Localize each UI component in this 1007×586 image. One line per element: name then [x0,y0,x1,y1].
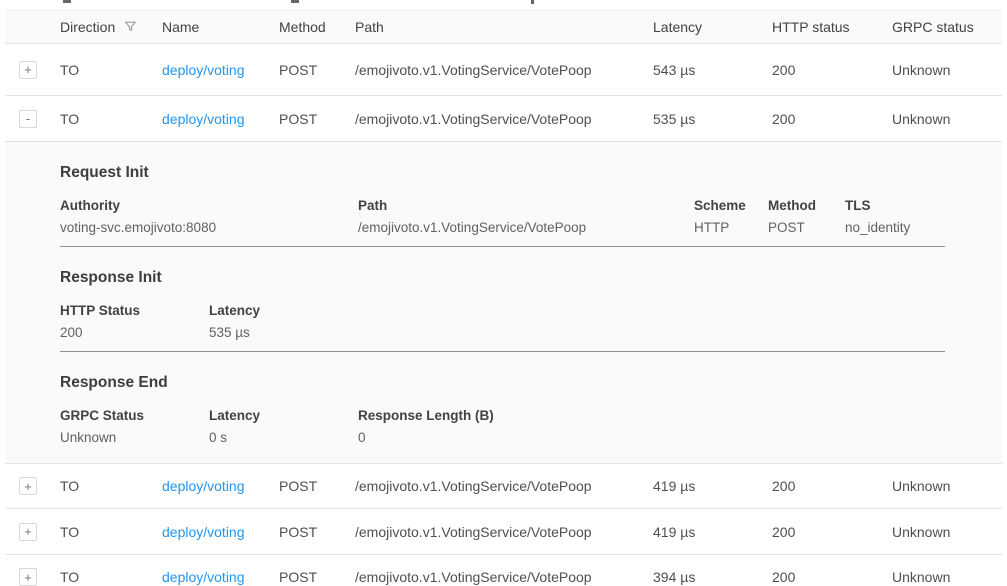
direction-cell: TO [60,111,162,127]
tap-table: Direction Name Method Path Latency HTTP … [5,10,1002,586]
response-init-section: Response Init HTTP Status 200 Latency 535 … [60,269,1002,352]
path-cell: /emojivoto.v1.VotingService/VotePoop [355,111,653,127]
field-label: TLS [845,198,1002,213]
field-label: Authority [60,198,358,213]
field-value: /emojivoto.v1.VotingService/VotePoop [358,220,694,235]
field-label: Method [768,198,845,213]
column-header-latency: Latency [653,19,772,35]
http-status-cell: 200 [772,569,892,585]
name-link[interactable]: deploy/voting [162,111,245,127]
request-init-section: Request Init Authority voting-svc.emojivo… [60,164,1002,247]
direction-cell: TO [60,478,162,494]
table-row: + TO deploy/voting POST /emojivoto.v1.Vo… [5,509,1002,555]
top-crop-strip [0,0,1007,10]
section-title-request-init: Request Init [60,164,1002,182]
path-cell: /emojivoto.v1.VotingService/VotePoop [355,478,653,494]
grpc-status-cell: Unknown [892,111,1002,127]
direction-cell: TO [60,524,162,540]
name-link[interactable]: deploy/voting [162,62,245,78]
latency-cell: 394 µs [653,569,772,585]
http-status-cell: 200 [772,111,892,127]
latency-cell: 535 µs [653,111,772,127]
http-status-cell: 200 [772,478,892,494]
field-value: 200 [60,325,209,340]
name-link[interactable]: deploy/voting [162,569,245,585]
latency-cell: 419 µs [653,524,772,540]
column-header-direction: Direction [60,19,115,35]
http-status-cell: 200 [772,62,892,78]
direction-cell: TO [60,569,162,585]
expand-row-button[interactable]: + [19,61,37,79]
method-cell: POST [279,569,355,585]
table-header-row: Direction Name Method Path Latency HTTP … [5,10,1002,44]
direction-cell: TO [60,62,162,78]
latency-cell: 419 µs [653,478,772,494]
expand-row-button[interactable]: + [19,568,37,586]
table-row: + TO deploy/voting POST /emojivoto.v1.Vo… [5,555,1002,586]
grpc-status-cell: Unknown [892,478,1002,494]
grpc-status-cell: Unknown [892,569,1002,585]
path-cell: /emojivoto.v1.VotingService/VotePoop [355,62,653,78]
table-row: + TO deploy/voting POST /emojivoto.v1.Vo… [5,464,1002,509]
cropped-text-fragment [63,0,71,3]
method-cell: POST [279,524,355,540]
field-value: voting-svc.emojivoto:8080 [60,220,358,235]
section-divider [60,246,945,247]
field-label: Scheme [694,198,768,213]
section-divider [60,351,945,352]
field-label: Response Length (B) [358,408,1002,423]
method-cell: POST [279,62,355,78]
name-link[interactable]: deploy/voting [162,478,245,494]
field-label: HTTP Status [60,303,209,318]
field-value: Unknown [60,430,209,445]
column-header-name: Name [162,19,279,35]
expand-row-button[interactable]: + [19,477,37,495]
response-end-section: Response End GRPC StatusUnknown Latency0… [60,374,1002,445]
tap-traffic-page: Direction Name Method Path Latency HTTP … [0,0,1007,586]
http-status-cell: 200 [772,524,892,540]
field-value: 535 µs [209,325,1002,340]
cropped-text-fragment [291,0,299,3]
method-cell: POST [279,111,355,127]
section-title-response-end: Response End [60,374,1002,392]
filter-icon[interactable] [124,20,137,36]
path-cell: /emojivoto.v1.VotingService/VotePoop [355,524,653,540]
column-header-http-status: HTTP status [772,19,892,35]
cropped-text-fragment [531,0,534,4]
name-link[interactable]: deploy/voting [162,524,245,540]
field-value: no_identity [845,220,1002,235]
grpc-status-cell: Unknown [892,62,1002,78]
column-header-method: Method [279,19,355,35]
column-header-path: Path [355,19,653,35]
column-header-grpc-status: GRPC status [892,19,1002,35]
field-label: Latency [209,303,1002,318]
field-value: POST [768,220,845,235]
collapse-row-button[interactable]: - [19,110,37,128]
field-value: 0 s [209,430,358,445]
grpc-status-cell: Unknown [892,524,1002,540]
field-label: GRPC Status [60,408,209,423]
field-label: Path [358,198,694,213]
table-row-expanded: - TO deploy/voting POST /emojivoto.v1.Vo… [5,96,1002,142]
path-cell: /emojivoto.v1.VotingService/VotePoop [355,569,653,585]
section-title-response-init: Response Init [60,269,1002,287]
expanded-row-detail: Request Init Authority voting-svc.emojivo… [5,142,1002,464]
table-row: + TO deploy/voting POST /emojivoto.v1.Vo… [5,44,1002,96]
field-label: Latency [209,408,358,423]
method-cell: POST [279,478,355,494]
latency-cell: 543 µs [653,62,772,78]
field-value: 0 [358,430,1002,445]
expand-row-button[interactable]: + [19,523,37,541]
field-value: HTTP [694,220,768,235]
